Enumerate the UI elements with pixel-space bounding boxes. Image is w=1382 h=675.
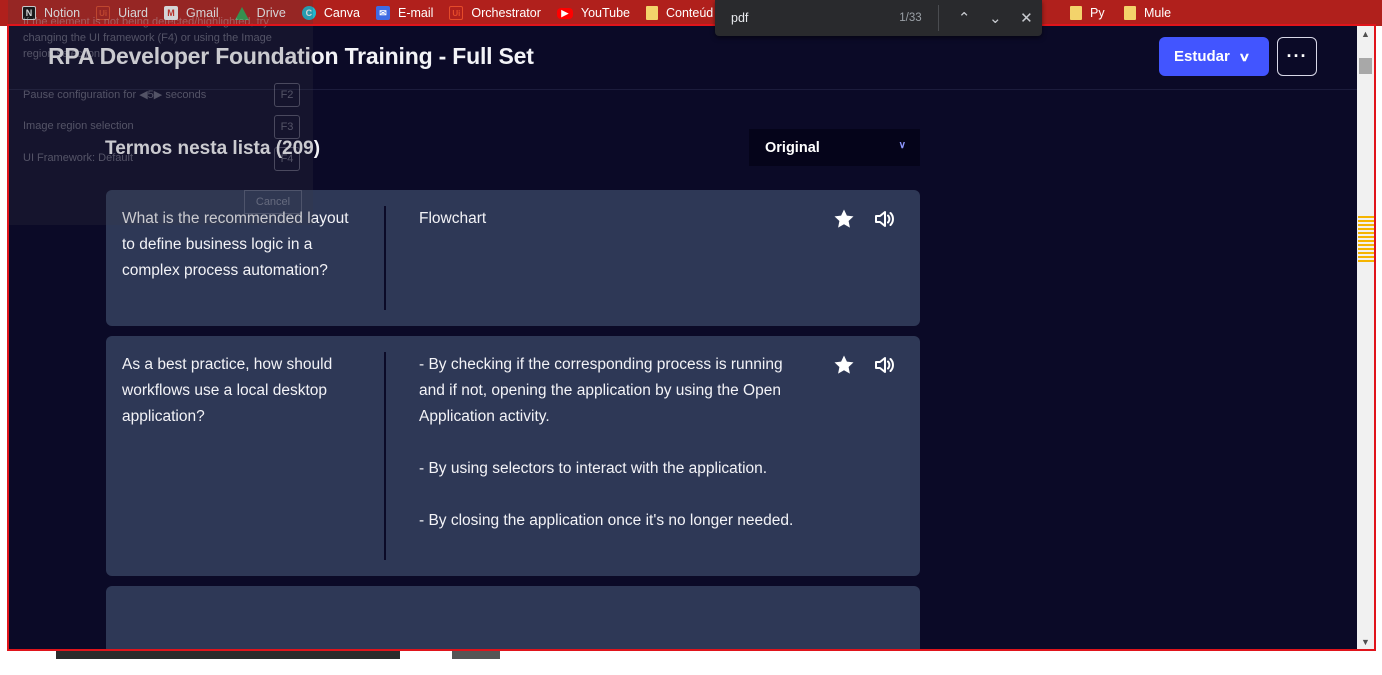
bookmark-canva[interactable]: C Canva	[301, 6, 360, 20]
bookmark-orchestrator[interactable]: Ui Orchestrator	[449, 6, 541, 20]
star-icon[interactable]	[832, 207, 856, 231]
star-icon[interactable]	[832, 353, 856, 377]
find-separator	[937, 5, 939, 31]
mail-icon: ✉	[375, 6, 390, 20]
find-match-markers	[1358, 216, 1374, 264]
gmail-icon: M	[164, 6, 179, 20]
scroll-down-icon[interactable]: ▼	[1361, 637, 1370, 647]
bookmark-label: YouTube	[580, 6, 630, 20]
bookmark-folder-conteudo[interactable]: Conteúd	[646, 6, 713, 20]
chevron-down-icon: ∨	[898, 140, 906, 151]
card-definition: Flowchart	[419, 210, 487, 227]
bookmark-label: E-mail	[397, 6, 434, 20]
bookmark-label: Mule	[1144, 6, 1172, 20]
bookmark-label: Uiard	[118, 6, 149, 20]
card-divider	[384, 206, 386, 310]
taskbar	[0, 651, 1382, 675]
folder-icon	[1070, 6, 1082, 20]
bookmark-label: Canva	[323, 6, 360, 20]
term-card	[106, 586, 920, 649]
bookmark-label: Notion	[44, 6, 81, 20]
bookmark-youtube[interactable]: ▶ YouTube	[556, 6, 630, 20]
drive-icon	[234, 6, 249, 20]
bookmark-folder-mule[interactable]: Mule	[1124, 6, 1171, 20]
study-button-label: Estudar	[1174, 48, 1230, 65]
term-card: As a best practice, how should workflows…	[106, 336, 920, 576]
bookmark-notion[interactable]: N Notion	[22, 6, 80, 20]
find-match-count: 1/33	[899, 12, 922, 24]
more-options-button[interactable]: ···	[1277, 37, 1317, 76]
speaker-icon[interactable]	[872, 207, 896, 231]
bookmark-drive[interactable]: Drive	[234, 6, 286, 20]
notion-icon: N	[22, 6, 36, 20]
scroll-up-icon[interactable]: ▲	[1361, 29, 1370, 39]
chevron-down-icon[interactable]: ⌄	[980, 9, 1011, 27]
scrollbar-thumb[interactable]	[1359, 58, 1372, 74]
study-button[interactable]: Estudar ∨	[1159, 37, 1269, 76]
bookmark-label: Gmail	[186, 6, 219, 20]
taskbar-segment	[56, 651, 400, 659]
bookmark-label: Conteúd	[666, 6, 714, 20]
card-divider	[384, 352, 386, 560]
youtube-icon: ▶	[556, 7, 573, 19]
chevron-down-icon: ∨	[1238, 49, 1251, 64]
close-icon[interactable]: ✕	[1011, 9, 1042, 27]
folder-icon	[646, 6, 658, 20]
bookmarks-bar: N Notion Ui Uiard M Gmail Drive C Canva ✉ E-m…	[0, 0, 1382, 26]
find-input[interactable]: pdf	[731, 11, 877, 25]
bookmark-label: Py	[1090, 6, 1105, 20]
bookmark-folder-py[interactable]: Py	[1070, 6, 1105, 20]
bookmark-label: Orchestrator	[471, 6, 541, 20]
uipath-icon: Ui	[96, 6, 111, 20]
uipath-icon: Ui	[449, 6, 464, 20]
bookmark-uiard[interactable]: Ui Uiard	[96, 6, 148, 20]
sort-dropdown[interactable]: Original ∨	[749, 129, 920, 166]
sort-value: Original	[765, 139, 820, 156]
term-card: What is the recommended layout to define…	[106, 190, 920, 326]
bookmark-email[interactable]: ✉ E-mail	[375, 6, 434, 20]
card-definition: - By checking if the corresponding proce…	[419, 356, 794, 529]
find-bar: pdf 1/33 ⌃ ⌄ ✕	[715, 0, 1042, 36]
folder-icon	[1124, 6, 1136, 20]
chevron-up-icon[interactable]: ⌃	[949, 9, 980, 27]
bookmark-gmail[interactable]: M Gmail	[164, 6, 219, 20]
terms-heading: Termos nesta lista (209)	[105, 138, 321, 159]
page-content: RPA Developer Foundation Training - Full…	[8, 26, 1357, 649]
bookmark-label: Drive	[256, 6, 286, 20]
page-header: RPA Developer Foundation Training - Full…	[8, 26, 1357, 90]
page-title: RPA Developer Foundation Training - Full…	[48, 43, 534, 69]
card-term: As a best practice, how should workflows…	[122, 356, 333, 425]
taskbar-segment	[452, 651, 500, 659]
speaker-icon[interactable]	[872, 353, 896, 377]
vertical-scrollbar[interactable]: ▲ ▼	[1357, 26, 1374, 649]
canva-icon: C	[301, 6, 316, 20]
card-term: What is the recommended layout to define…	[122, 210, 349, 279]
